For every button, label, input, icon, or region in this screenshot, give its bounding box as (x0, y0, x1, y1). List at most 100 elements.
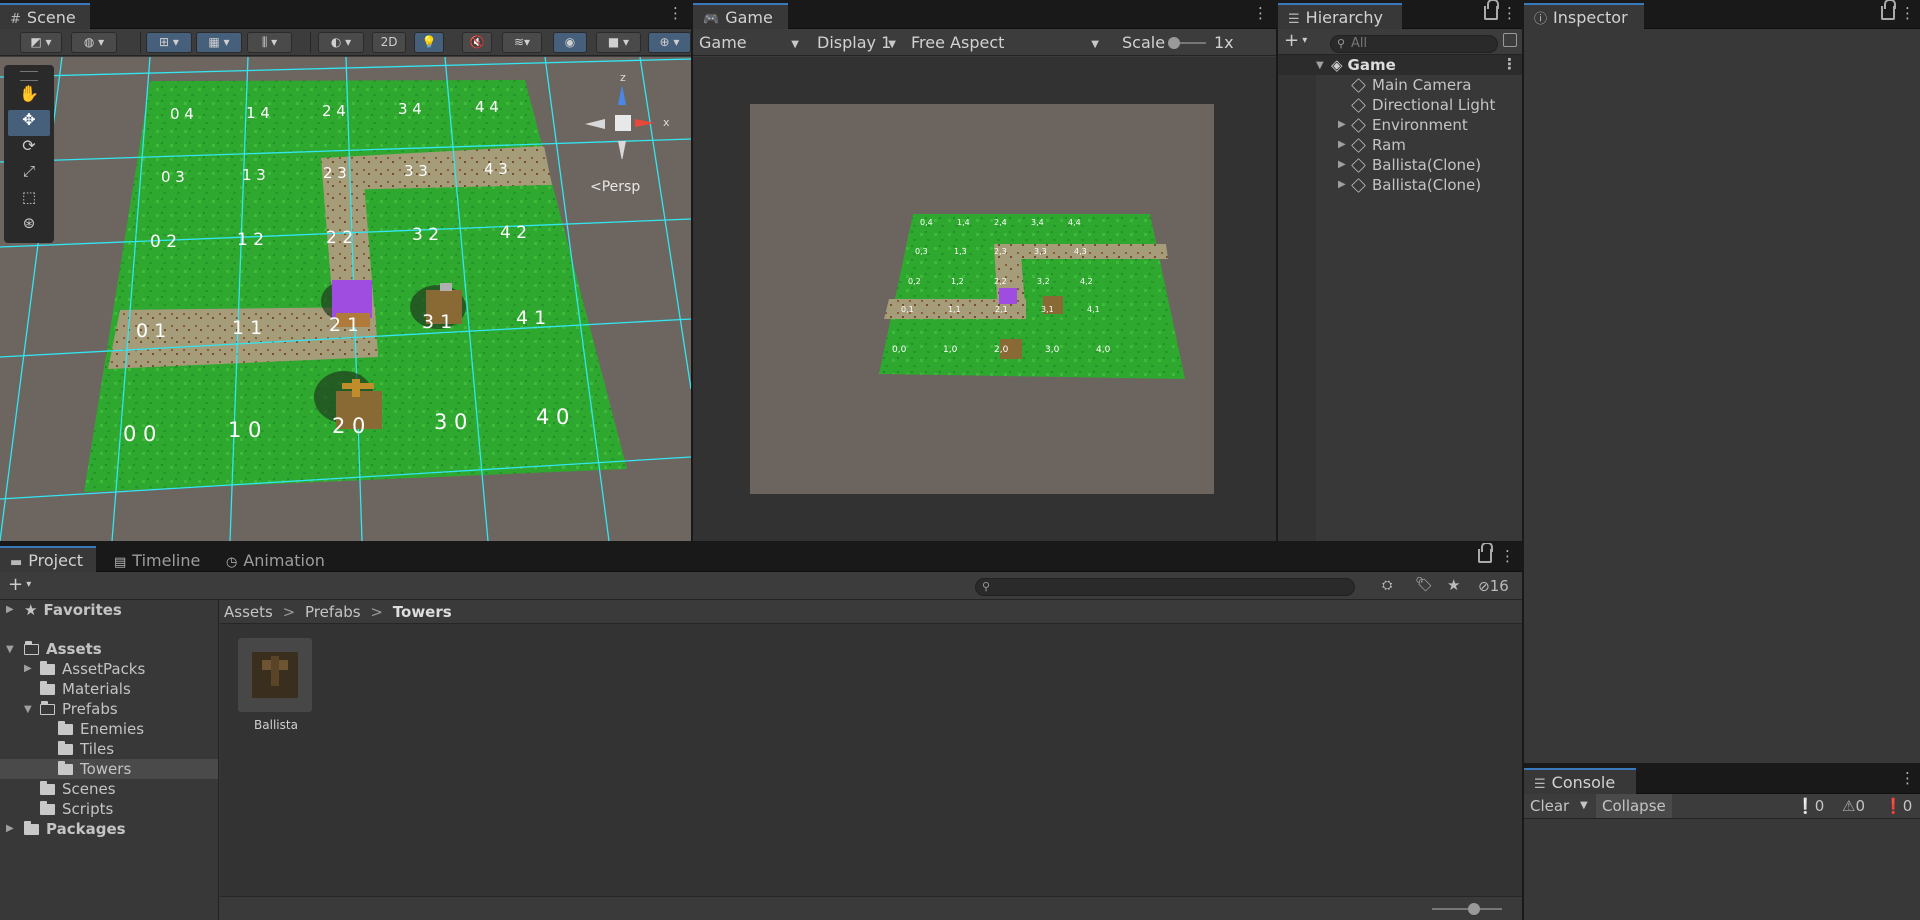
tree-packages[interactable]: ▶ Packages (0, 819, 218, 839)
game-viewport[interactable]: 0,4 1,4 2,4 3,4 4,4 0,3 1,3 2,3 3,3 4,3 … (693, 57, 1276, 541)
tab-animation[interactable]: ◷ Animation (216, 546, 336, 572)
breadcrumb-item[interactable]: Assets (224, 603, 273, 621)
clear-button[interactable]: Clear (1530, 794, 1569, 818)
expand-down-icon[interactable]: ▼ (1316, 56, 1324, 76)
camera-settings-icon[interactable]: ■ ▾ (596, 32, 641, 53)
scene-viewport[interactable]: 0 4 1 4 2 4 3 4 4 4 0 3 1 3 2 3 3 3 4 3 … (0, 57, 691, 541)
hierarchy-item[interactable]: Directional Light (1278, 95, 1522, 115)
tab-scene[interactable]: # Scene (0, 3, 90, 29)
error-count-toggle[interactable]: ❗0 (1884, 794, 1912, 818)
hierarchy-more-icon[interactable]: ⋮ (1502, 4, 1517, 24)
display-dropdown[interactable]: Display 1 ▼ (811, 32, 902, 53)
inspector-lock-icon[interactable] (1881, 0, 1896, 20)
tree-prefabs[interactable]: ▼ Prefabs (0, 699, 218, 719)
gizmos-icon[interactable]: ⊕ ▾ (648, 32, 691, 53)
expand-right-icon[interactable]: ▶ (24, 659, 32, 679)
search-by-label-icon[interactable]: 🏷 (1415, 577, 1433, 593)
warn-count-toggle[interactable]: ⚠0 (1842, 794, 1865, 818)
tree-favorites[interactable]: ▶ ★ Favorites (0, 600, 218, 620)
collapse-button[interactable]: Collapse (1596, 794, 1672, 818)
hidden-packages-icon[interactable]: ⊘16 (1478, 577, 1509, 595)
breadcrumb-item-current[interactable]: Towers (393, 603, 452, 621)
hierarchy-root-row[interactable]: ▼ ◈ Game ⋮ (1278, 55, 1522, 75)
tree-towers[interactable]: Towers (0, 759, 218, 779)
hierarchy-item[interactable]: ▶ Environment (1278, 115, 1522, 135)
tab-console[interactable]: ☰ Console (1524, 768, 1636, 794)
create-add-icon[interactable]: + ▾ (1284, 30, 1307, 51)
draw-mode-icon[interactable]: ◩ ▾ (20, 32, 62, 53)
tab-hierarchy[interactable]: ☰ Hierarchy (1278, 3, 1402, 29)
increment-snap-icon[interactable]: ⫼ ▾ (247, 32, 292, 53)
effects-toggle-icon[interactable]: ≋▾ (502, 32, 542, 53)
expand-down-icon[interactable]: ▼ (6, 640, 14, 660)
expand-right-icon[interactable]: ▶ (6, 600, 14, 620)
toolbar-separator (140, 32, 141, 53)
rotate-tool-icon[interactable]: ⟳ (8, 136, 50, 162)
2d-toggle-button[interactable]: 2D (372, 32, 406, 53)
lighting-toggle-icon[interactable]: 💡 (414, 32, 444, 53)
game-ram-enemy[interactable] (999, 288, 1017, 304)
favorite-star-icon[interactable]: ★ (1447, 576, 1460, 594)
grid-visibility-icon[interactable]: ▦ ▾ (196, 32, 242, 53)
game-more-icon[interactable]: ⋮ (1253, 4, 1268, 24)
icon-size-slider-handle[interactable] (1468, 903, 1480, 915)
audio-toggle-icon[interactable]: 🔇 (462, 32, 492, 53)
project-lock-icon[interactable] (1478, 543, 1493, 563)
expand-right-icon[interactable]: ▶ (6, 819, 14, 839)
tree-enemies[interactable]: Enemies (0, 719, 218, 739)
project-search-input[interactable]: ⚲ (975, 578, 1355, 596)
hierarchy-item[interactable]: ▶ Ram (1278, 135, 1522, 155)
tree-scenes[interactable]: Scenes (0, 779, 218, 799)
expand-down-icon[interactable]: ▼ (24, 700, 32, 720)
grid-snap-icon[interactable]: ⊞ ▾ (146, 32, 192, 53)
scale-value: 1x (1214, 33, 1234, 52)
game-view-dropdown[interactable]: Game ▼ (693, 32, 805, 53)
tree-scripts[interactable]: Scripts (0, 799, 218, 819)
transform-tool-icon[interactable]: ⊛ (8, 214, 50, 240)
expand-right-icon[interactable]: ▶ (1338, 155, 1346, 175)
scale-slider-handle[interactable] (1168, 37, 1180, 49)
hierarchy-item[interactable]: ▶ Ballista(Clone) (1278, 175, 1522, 195)
info-count-toggle[interactable]: ❕0 (1796, 794, 1824, 818)
expand-right-icon[interactable]: ▶ (1338, 115, 1346, 135)
console-more-icon[interactable]: ⋮ (1900, 769, 1915, 789)
move-tool-icon[interactable]: ✥ (8, 110, 50, 136)
hidden-objects-icon[interactable]: ◉ (553, 32, 587, 53)
scene-more-icon[interactable]: ⋮ (668, 4, 683, 24)
search-options-icon[interactable] (1503, 33, 1517, 47)
tree-materials[interactable]: Materials (0, 679, 218, 699)
search-by-type-icon[interactable]: ⛭ (1382, 578, 1392, 593)
tree-tiles[interactable]: Tiles (0, 739, 218, 759)
hierarchy-item[interactable]: ▶ Ballista(Clone) (1278, 155, 1522, 175)
persp-label[interactable]: <Persp (590, 179, 640, 195)
scale-tool-icon[interactable]: ⤢ (8, 162, 50, 188)
orientation-gizmo[interactable]: z x (585, 71, 675, 161)
project-more-icon[interactable]: ⋮ (1500, 547, 1515, 567)
palette-grip-icon[interactable] (20, 71, 38, 81)
shading-mode-icon[interactable]: ◐ ▾ (318, 32, 364, 53)
inspector-more-icon[interactable]: ⋮ (1900, 4, 1915, 24)
hierarchy-search-input[interactable]: ⚲ All (1330, 35, 1498, 53)
tile-label: 2,3 (994, 247, 1007, 256)
expand-right-icon[interactable]: ▶ (1338, 175, 1346, 195)
tab-project[interactable]: ▬ Project (0, 546, 96, 572)
project-create-icon[interactable]: + ▾ (8, 574, 31, 595)
aspect-dropdown[interactable]: Free Aspect ▼ (905, 32, 1105, 53)
tree-assets[interactable]: ▼ Assets (0, 639, 218, 659)
rect-tool-icon[interactable]: ⬚ (8, 188, 50, 214)
tree-assetpacks[interactable]: ▶ AssetPacks (0, 659, 218, 679)
breadcrumb-item[interactable]: Prefabs (305, 603, 361, 621)
scale-slider[interactable] (1168, 37, 1206, 49)
tab-inspector[interactable]: ⓘ Inspector (1524, 3, 1644, 29)
hand-tool-icon[interactable]: ✋ (8, 84, 50, 110)
asset-tile[interactable]: Ballista (238, 638, 314, 732)
tab-game[interactable]: 🎮 Game (693, 3, 788, 29)
icon-size-slider[interactable] (1432, 903, 1502, 915)
tab-timeline[interactable]: ▤ Timeline (104, 546, 204, 572)
hierarchy-item[interactable]: Main Camera (1278, 75, 1522, 95)
view-options-icon[interactable]: ◍ ▾ (71, 32, 117, 53)
expand-right-icon[interactable]: ▶ (1338, 135, 1346, 155)
scene-row-more-icon[interactable]: ⋮ (1502, 54, 1517, 74)
hierarchy-lock-icon[interactable] (1484, 0, 1499, 20)
clear-options-dropdown-icon[interactable]: ▼ (1580, 794, 1588, 818)
